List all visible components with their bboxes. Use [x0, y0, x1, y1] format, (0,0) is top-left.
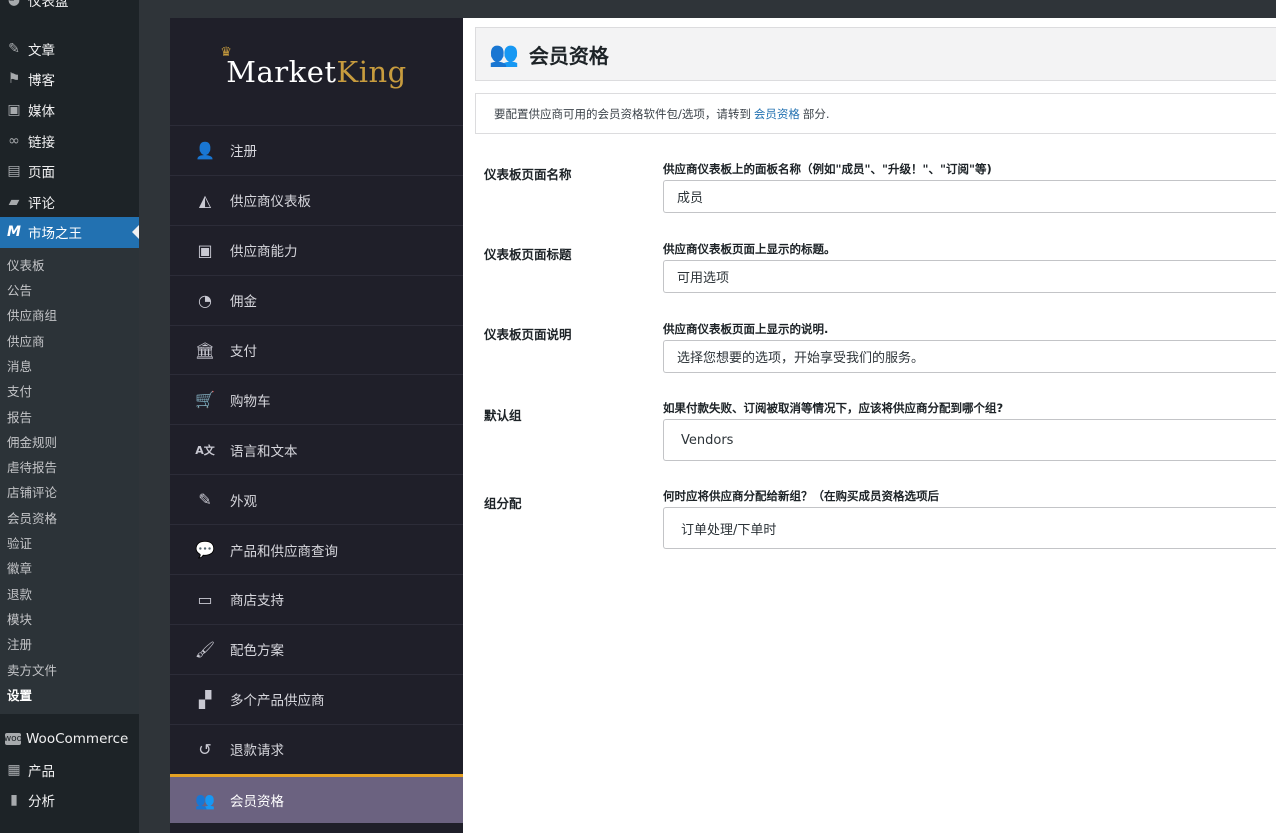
wp-menu-dashboard[interactable]: ◕ 仪表盘	[0, 0, 139, 16]
mk-nav-refund-requests[interactable]: ↺ 退款请求	[170, 723, 463, 774]
mk-nav-registration[interactable]: 👤 注册	[170, 125, 463, 175]
page-name-input[interactable]: 成员	[663, 180, 1276, 213]
default-group-select[interactable]: Vendors	[663, 419, 1276, 461]
field-label: 默认组	[484, 408, 522, 423]
id-badge-icon: ▣	[197, 240, 213, 260]
mk-nav-language-text[interactable]: A文 语言和文本	[170, 424, 463, 474]
page-title-input[interactable]: 可用选项	[663, 260, 1276, 293]
mk-nav-vendor-capabilities[interactable]: ▣ 供应商能力	[170, 224, 463, 275]
flag-icon: ⚑	[7, 71, 21, 88]
bank-icon: 🏛	[194, 340, 216, 360]
submenu-item[interactable]: 供应商组	[0, 303, 139, 328]
chart-icon: ▮	[10, 792, 18, 809]
field-label: 组分配	[484, 496, 522, 511]
translate-icon: A文	[195, 443, 215, 457]
memberships-link[interactable]: 会员资格	[754, 106, 800, 122]
link-icon: ∞	[8, 132, 20, 149]
page-icon: ▤	[7, 163, 21, 180]
boxes-icon: ▞	[198, 689, 212, 709]
chat-icon: 💬	[195, 540, 215, 560]
wp-menu-woocommerce[interactable]: woo WooCommerce	[0, 724, 139, 755]
mk-nav-color-scheme[interactable]: 🖌 配色方案	[170, 623, 463, 674]
field-label: 仪表板页面名称	[484, 167, 572, 182]
gutter	[139, 18, 170, 833]
submenu-item[interactable]: 卖方文件	[0, 658, 139, 683]
wp-menu-comments[interactable]: ▰ 评论	[0, 187, 139, 218]
field-description: 何时应将供应商分配给新组？（在购买成员资格选项后	[663, 489, 939, 503]
wp-menu-links[interactable]: ∞ 链接	[0, 125, 139, 156]
edit-icon: ✎	[198, 490, 212, 510]
marketking-icon: M	[7, 224, 21, 241]
submenu-item[interactable]: 注册	[0, 632, 139, 657]
mk-nav-store-support[interactable]: ▭ 商店支持	[170, 574, 463, 624]
submenu-item[interactable]: 店铺评论	[0, 480, 139, 505]
submenu-item[interactable]: 验证	[0, 531, 139, 556]
mk-nav-vendor-dashboard[interactable]: ◭ 供应商仪表板	[170, 174, 463, 225]
field-description: 供应商仪表板页面上显示的说明.	[663, 322, 829, 336]
cart-icon: 🛒	[195, 390, 215, 410]
field-description: 供应商仪表板页面上显示的标题。	[663, 242, 836, 256]
mk-nav-commission[interactable]: ◔ 佣金	[170, 274, 463, 325]
wp-menu-posts[interactable]: ✎ 文章	[0, 34, 139, 65]
mk-nav-appearance[interactable]: ✎ 外观	[170, 474, 463, 524]
submenu-item[interactable]: 仪表板	[0, 253, 139, 278]
settings-content: 👥 会员资格 要配置供应商可用的会员资格软件包/选项，请转到 会员资格 部分. …	[463, 18, 1276, 833]
brush-icon: 🖌	[194, 639, 216, 659]
undo-icon: ↺	[198, 739, 212, 759]
top-strip	[139, 0, 1276, 18]
wp-menu-media[interactable]: ▣ 媒体	[0, 95, 139, 126]
submenu-item[interactable]: 支付	[0, 379, 139, 404]
wp-menu-blog[interactable]: ⚑ 博客	[0, 64, 139, 95]
woocommerce-icon: woo	[3, 733, 23, 746]
group-assignment-select[interactable]: 订单处理/下单时	[663, 507, 1276, 549]
users-icon: 👥	[195, 790, 215, 810]
wp-menu-pages[interactable]: ▤ 页面	[0, 156, 139, 187]
dashboard-icon: ◕	[7, 0, 21, 9]
pin-icon: ✎	[8, 40, 20, 57]
wp-admin-menu: ◕ 仪表盘 ✎ 文章 ⚑ 博客 ▣ 媒体 ∞ 链接 ▤ 页面 ▰ 评论 M 市场之王 仪表板 公…	[0, 0, 139, 833]
section-header: 👥 会员资格	[475, 27, 1276, 81]
field-description: 如果付款失败、订阅被取消等情况下，应该将供应商分配到哪个组?	[663, 401, 1004, 415]
pie-chart-icon: ◔	[198, 290, 212, 310]
wp-menu-products[interactable]: ▦ 产品	[0, 755, 139, 786]
submenu-item[interactable]: 供应商	[0, 329, 139, 354]
submenu-item[interactable]: 退款	[0, 582, 139, 607]
wp-menu-analytics[interactable]: ▮ 分析	[0, 785, 139, 816]
marketking-settings-nav: ♛ MarketKing 👤 注册 ◭ 供应商仪表板 ▣ 供应商能力 ◔ 佣金 🏛 支付 🛒…	[170, 18, 463, 833]
submenu-item-settings[interactable]: 设置	[0, 683, 139, 708]
submenu-item[interactable]: 公告	[0, 278, 139, 303]
mk-nav-payouts[interactable]: 🏛 支付	[170, 324, 463, 375]
submenu-item[interactable]: 报告	[0, 405, 139, 430]
submenu-item[interactable]: 佣金规则	[0, 430, 139, 455]
page-title: 会员资格	[528, 43, 609, 68]
submenu-item[interactable]: 模块	[0, 607, 139, 632]
marketking-submenu: 仪表板 公告 供应商组 供应商 消息 支付 报告 佣金规则 虐待报告 店铺评论 …	[0, 247, 139, 715]
field-label: 仪表板页面说明	[484, 327, 572, 342]
mk-nav-memberships[interactable]: 👥 会员资格	[170, 773, 463, 824]
info-notice: 要配置供应商可用的会员资格软件包/选项，请转到 会员资格 部分.	[475, 93, 1276, 134]
area-chart-icon: ◭	[198, 190, 212, 210]
marketking-logo: ♛ MarketKing	[220, 44, 407, 89]
submenu-item[interactable]: 徽章	[0, 556, 139, 581]
archive-icon: ▦	[7, 761, 21, 778]
submenu-item[interactable]: 消息	[0, 354, 139, 379]
submenu-item[interactable]: 会员资格	[0, 506, 139, 531]
media-icon: ▣	[7, 102, 21, 119]
page-description-input[interactable]: 选择您想要的选项，开始享受我们的服务。	[663, 340, 1276, 373]
field-label: 仪表板页面标题	[484, 247, 572, 262]
wp-menu-marketking[interactable]: M 市场之王	[0, 217, 139, 248]
users-icon: 👥	[489, 40, 519, 68]
field-description: 供应商仪表板上的面板名称（例如"成员"、"升级！"、"订阅"等)	[663, 162, 992, 176]
mk-nav-multi-vendor-products[interactable]: ▞ 多个产品供应商	[170, 673, 463, 724]
add-user-icon: 👤	[195, 140, 215, 160]
comment-icon: ▰	[8, 193, 20, 210]
submenu-item[interactable]: 虐待报告	[0, 455, 139, 480]
mk-nav-cart[interactable]: 🛒 购物车	[170, 374, 463, 424]
ticket-icon: ▭	[197, 589, 213, 609]
mk-nav-inquiries[interactable]: 💬 产品和供应商查询	[170, 524, 463, 574]
